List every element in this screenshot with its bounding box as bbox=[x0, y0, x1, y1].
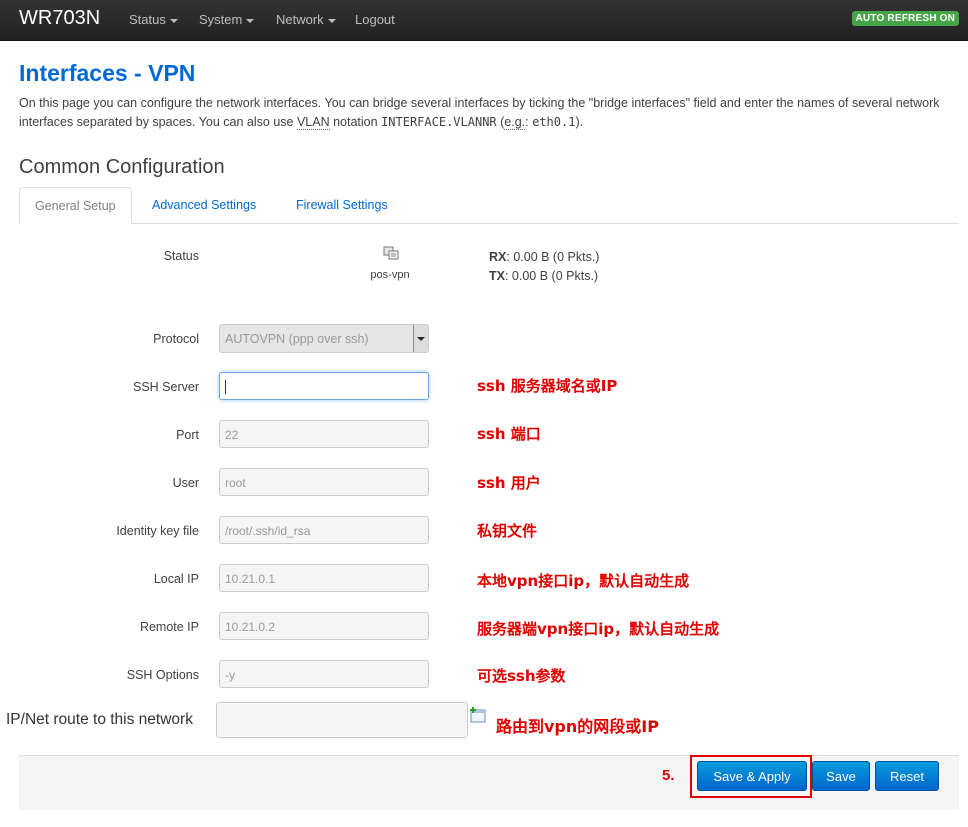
reset-button[interactable]: Reset bbox=[875, 761, 939, 791]
desc-text-2: notation bbox=[329, 115, 382, 129]
protocol-label: Protocol bbox=[153, 332, 199, 346]
user-label: User bbox=[172, 476, 199, 490]
protocol-value: AUTOVPN (ppp over ssh) bbox=[225, 332, 369, 346]
chevron-down-icon bbox=[327, 18, 336, 23]
nav-status[interactable]: Status bbox=[129, 12, 178, 27]
ssh-options-label: SSH Options bbox=[126, 668, 199, 682]
add-route-icon[interactable] bbox=[469, 707, 487, 723]
tx-value: : 0.00 B (0 Pkts.) bbox=[504, 269, 599, 283]
annotation-user: ssh 用户 bbox=[477, 474, 541, 492]
nav-system-label: System bbox=[199, 12, 243, 27]
port-label: Port bbox=[176, 428, 199, 442]
user-input[interactable]: root bbox=[219, 468, 429, 496]
nav-network[interactable]: Network bbox=[276, 12, 336, 27]
ssh-server-label: SSH Server bbox=[133, 380, 199, 394]
page-title: Interfaces - VPN bbox=[19, 60, 196, 86]
nav-system[interactable]: System bbox=[199, 12, 255, 27]
remote-ip-input[interactable]: 10.21.0.2 bbox=[219, 612, 429, 640]
nav-network-label: Network bbox=[276, 12, 324, 27]
desc-code-eth: eth0.1 bbox=[532, 115, 576, 129]
save-apply-button[interactable]: Save & Apply bbox=[697, 761, 807, 791]
rx-value: : 0.00 B (0 Pkts.) bbox=[506, 250, 600, 264]
annotation-remote-ip: 服务器端vpn接口ip，默认自动生成 bbox=[477, 620, 720, 638]
step-number: 5. bbox=[662, 767, 675, 784]
top-navbar: WR703N Status System Network Logout AUTO… bbox=[0, 0, 968, 41]
text-cursor bbox=[225, 379, 226, 394]
tab-bar: General Setup Advanced Settings Firewall… bbox=[19, 187, 959, 224]
identity-key-input[interactable]: /root/.ssh/id_rsa bbox=[219, 516, 429, 544]
tab-firewall-settings[interactable]: Firewall Settings bbox=[281, 187, 403, 222]
rx-label: RX bbox=[489, 250, 507, 264]
network-interface-icon bbox=[383, 246, 399, 260]
annotation-identity: 私钥文件 bbox=[477, 522, 538, 540]
eg-abbr: e.g. bbox=[504, 115, 526, 130]
tab-advanced-settings[interactable]: Advanced Settings bbox=[137, 187, 271, 222]
dropdown-arrow-icon bbox=[413, 325, 428, 352]
desc-code-vlannr: INTERFACE.VLANNR bbox=[381, 115, 497, 129]
chevron-down-icon bbox=[246, 18, 255, 23]
chevron-down-icon bbox=[169, 18, 178, 23]
save-button[interactable]: Save bbox=[812, 761, 870, 791]
ssh-options-input[interactable]: -y bbox=[219, 660, 429, 688]
port-input[interactable]: 22 bbox=[219, 420, 429, 448]
nav-logout[interactable]: Logout bbox=[355, 12, 395, 27]
tx-label: TX bbox=[489, 269, 505, 283]
protocol-select[interactable]: AUTOVPN (ppp over ssh) bbox=[219, 324, 429, 353]
brand-logo[interactable]: WR703N bbox=[19, 7, 100, 30]
route-input[interactable] bbox=[216, 702, 468, 738]
remote-ip-label: Remote IP bbox=[139, 620, 199, 634]
nav-status-label: Status bbox=[129, 12, 166, 27]
page-description: On this page you can configure the netwo… bbox=[19, 94, 949, 132]
local-ip-input[interactable]: 10.21.0.1 bbox=[219, 564, 429, 592]
annotation-local-ip: 本地vpn接口ip，默认自动生成 bbox=[477, 572, 690, 590]
annotation-ssh-options: 可选ssh参数 bbox=[477, 667, 566, 685]
interface-name: pos-vpn bbox=[370, 269, 410, 281]
auto-refresh-badge[interactable]: AUTO REFRESH ON bbox=[851, 11, 959, 26]
identity-key-label: Identity key file bbox=[116, 524, 199, 538]
annotation-route: 路由到vpn的网段或IP bbox=[496, 717, 659, 736]
vlan-abbr: VLAN bbox=[296, 115, 330, 130]
tab-general-setup[interactable]: General Setup bbox=[19, 187, 132, 224]
annotation-port: ssh 端口 bbox=[477, 425, 541, 443]
ssh-server-input[interactable] bbox=[219, 372, 429, 400]
desc-text-5: ). bbox=[575, 115, 584, 129]
route-label: IP/Net route to this network bbox=[6, 711, 193, 728]
section-title: Common Configuration bbox=[19, 156, 225, 178]
status-label: Status bbox=[163, 249, 199, 263]
traffic-stats: RX: 0.00 B (0 Pkts.) TX: 0.00 B (0 Pkts.… bbox=[489, 248, 599, 286]
annotation-ssh-server: ssh 服务器域名或IP bbox=[477, 377, 618, 395]
local-ip-label: Local IP bbox=[153, 572, 199, 586]
